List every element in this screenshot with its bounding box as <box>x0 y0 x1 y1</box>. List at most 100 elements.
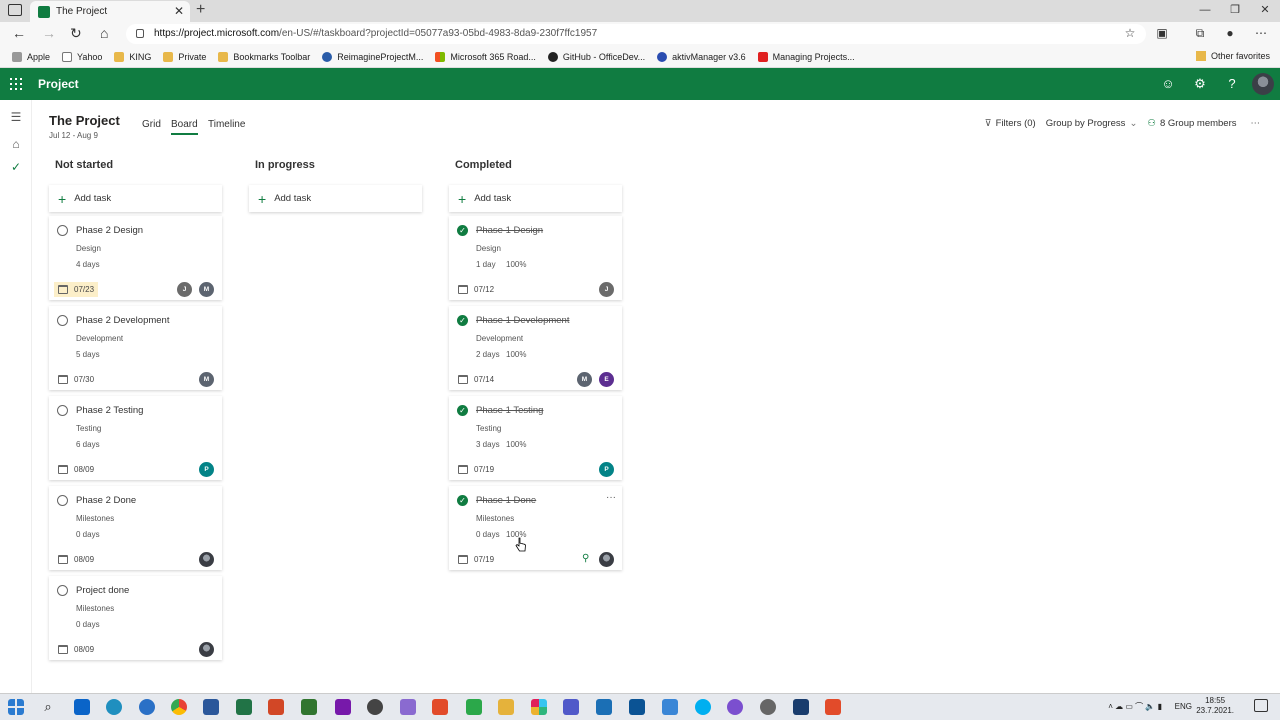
other-favorites[interactable]: Other favorites <box>1195 51 1270 61</box>
app-icon[interactable] <box>466 699 482 715</box>
assignee-avatar[interactable] <box>199 642 214 657</box>
more-options-icon[interactable]: ⋯ <box>1251 118 1261 129</box>
close-tab-icon[interactable]: ✕ <box>174 4 184 18</box>
task-due-date[interactable]: 07/19 <box>454 552 498 567</box>
home-icon[interactable]: ⌂ <box>100 25 108 41</box>
task-card[interactable]: Phase 2 Done Milestones 0 days 08/09 <box>49 486 222 570</box>
app-icon[interactable] <box>367 699 383 715</box>
complete-task-circle-icon[interactable] <box>57 495 68 506</box>
app-icon[interactable] <box>825 699 841 715</box>
onenote-icon[interactable] <box>335 699 351 715</box>
task-card[interactable]: ✓ Phase 1 Development Development 2 days 100… <box>449 306 622 390</box>
favorite-star-icon[interactable]: ☆ <box>1123 26 1137 40</box>
search-icon[interactable]: ⌕ <box>40 699 56 715</box>
task-card[interactable]: Phase 2 Development Development 5 days 07/3… <box>49 306 222 390</box>
task-due-date[interactable]: 08/09 <box>54 642 98 657</box>
assignee-avatar[interactable]: P <box>199 462 214 477</box>
profile-icon[interactable]: ● <box>1223 26 1237 40</box>
bookmark-yahoo[interactable]: Yahoo <box>62 51 102 62</box>
bookmark-reimagine[interactable]: ReimagineProjectM... <box>322 51 423 62</box>
task-due-date[interactable]: 07/19 <box>454 462 498 477</box>
tab-actions-icon[interactable] <box>8 4 22 16</box>
assignee-avatar[interactable]: M <box>199 372 214 387</box>
todo-icon[interactable] <box>662 699 678 715</box>
app-icon[interactable] <box>400 699 416 715</box>
task-due-date[interactable]: 08/09 <box>54 462 98 477</box>
project-title[interactable]: The Project <box>49 113 120 128</box>
bookmark-github[interactable]: GitHub - OfficeDev... <box>547 51 645 62</box>
app-launcher-icon[interactable] <box>10 78 22 90</box>
app-icon[interactable] <box>432 699 448 715</box>
group-members-button[interactable]: ⚇ 8 Group members <box>1147 118 1236 129</box>
minimize-icon[interactable]: — <box>1190 0 1220 22</box>
assignee-avatar[interactable]: M <box>199 282 214 297</box>
restore-icon[interactable]: ❐ <box>1220 0 1250 22</box>
task-card[interactable]: Project done Milestones 0 days 08/09 <box>49 576 222 660</box>
refresh-icon[interactable]: ↻ <box>70 25 82 42</box>
notifications-icon[interactable] <box>1254 699 1268 712</box>
collections-icon[interactable]: ▣ <box>1155 26 1169 40</box>
assignee-avatar[interactable]: E <box>599 372 614 387</box>
task-due-date[interactable]: 07/14 <box>454 372 498 387</box>
task-due-date[interactable]: 08/09 <box>54 552 98 567</box>
tab-board[interactable]: Board <box>171 119 198 135</box>
completed-check-icon[interactable]: ✓ <box>457 315 468 326</box>
viber-icon[interactable] <box>727 699 743 715</box>
bookmark-apple[interactable]: Apple <box>12 51 50 62</box>
task-card[interactable]: ✓ Phase 1 Done Milestones 0 days 100% ··· 07/1… <box>449 486 622 570</box>
task-due-date[interactable]: 07/12 <box>454 282 498 297</box>
card-more-options-icon[interactable]: ··· <box>606 492 616 503</box>
assignee-avatar[interactable]: J <box>599 282 614 297</box>
extensions-icon[interactable]: ⧉ <box>1193 26 1207 40</box>
add-task-button[interactable]: + Add task <box>49 185 222 212</box>
complete-task-circle-icon[interactable] <box>57 315 68 326</box>
app-icon[interactable] <box>793 699 809 715</box>
chrome-icon[interactable] <box>171 699 187 715</box>
app-icon[interactable] <box>596 699 612 715</box>
assignee-avatar[interactable]: M <box>577 372 592 387</box>
tab-timeline[interactable]: Timeline <box>208 119 245 130</box>
close-window-icon[interactable]: ✕ <box>1250 0 1280 22</box>
complete-task-circle-icon[interactable] <box>57 225 68 236</box>
skype-icon[interactable] <box>695 699 711 715</box>
group-by-dropdown[interactable]: Group by Progress ⌄ <box>1046 118 1138 129</box>
assign-person-icon[interactable]: ⚲ <box>582 553 594 565</box>
add-task-button[interactable]: + Add task <box>249 185 422 212</box>
more-menu-icon[interactable]: ⋯ <box>1254 26 1268 40</box>
task-card[interactable]: Phase 2 Design Design 4 days 07/23 J M <box>49 216 222 300</box>
file-explorer-icon[interactable] <box>498 699 514 715</box>
assignee-avatar[interactable]: J <box>177 282 192 297</box>
forward-icon[interactable]: → <box>42 25 56 41</box>
url-field[interactable]: https://project.microsoft.com/en-US/#/ta… <box>126 24 1146 44</box>
clock[interactable]: 18:55 23.7.2021. <box>1196 696 1234 716</box>
app-icon[interactable] <box>760 699 776 715</box>
complete-task-circle-icon[interactable] <box>57 585 68 596</box>
bookmark-private[interactable]: Private <box>163 51 206 62</box>
app-name[interactable]: Project <box>38 77 79 91</box>
hamburger-menu-icon[interactable]: ☰ <box>10 111 22 123</box>
filters-button[interactable]: ⊽ Filters (0) <box>985 118 1036 129</box>
slack-icon[interactable] <box>531 699 547 715</box>
system-tray[interactable]: ˄ ☁ ▭ ⌒ 🔈 ▮ <box>1108 701 1162 712</box>
browser-tab[interactable]: The Project ✕ <box>30 1 190 22</box>
start-icon[interactable] <box>8 699 24 715</box>
outlook-icon[interactable] <box>74 699 90 715</box>
back-icon[interactable]: ← <box>12 25 26 41</box>
completed-check-icon[interactable]: ✓ <box>457 225 468 236</box>
assignee-avatar[interactable]: P <box>599 462 614 477</box>
completed-check-icon[interactable]: ✓ <box>457 495 468 506</box>
add-task-button[interactable]: + Add task <box>449 185 622 212</box>
task-card[interactable]: ✓ Phase 1 Testing Testing 3 days 100% 07/19 P <box>449 396 622 480</box>
new-tab-icon[interactable]: + <box>196 1 205 19</box>
task-due-date[interactable]: 07/23 <box>54 282 99 297</box>
tab-grid[interactable]: Grid <box>142 119 161 130</box>
project-app-icon[interactable] <box>301 699 317 715</box>
teams-icon[interactable] <box>563 699 579 715</box>
completed-check-icon[interactable]: ✓ <box>457 405 468 416</box>
bookmark-m365-roadmap[interactable]: Microsoft 365 Road... <box>435 51 536 62</box>
edge-icon[interactable] <box>106 699 122 715</box>
complete-task-circle-icon[interactable] <box>57 405 68 416</box>
assignee-avatar[interactable] <box>199 552 214 567</box>
home-icon[interactable]: ⌂ <box>10 138 22 150</box>
help-icon[interactable]: ? <box>1224 76 1240 92</box>
